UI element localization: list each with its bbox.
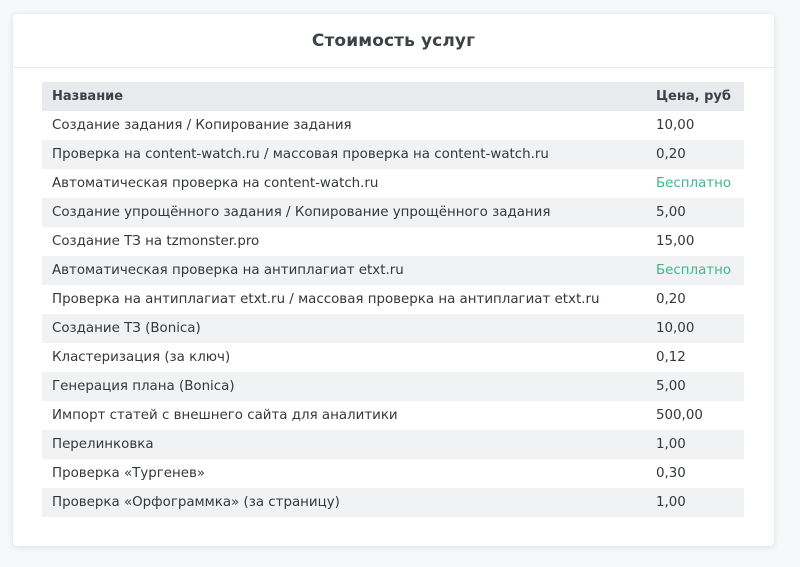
service-name-cell: Кластеризация (за ключ) xyxy=(52,350,231,365)
service-name-cell: Создание задания / Копирование задания xyxy=(52,118,352,133)
table-row: Импорт статей с внешнего сайта для анали… xyxy=(42,401,744,430)
price-cell-free: Бесплатно xyxy=(656,176,732,191)
column-header-price: Цена, руб xyxy=(656,89,731,104)
table-body: Создание задания / Копирование задания 10… xyxy=(42,111,744,517)
service-name-cell: Генерация плана (Bonica) xyxy=(52,379,235,394)
table-row: Проверка на антиплагиат etxt.ru / массов… xyxy=(42,285,744,314)
price-cell: 5,00 xyxy=(656,205,686,220)
page-title: Стоимость услуг xyxy=(311,30,476,51)
service-name-cell: Перелинковка xyxy=(52,437,154,452)
pricing-card: Стоимость услуг Название Цена, руб Созда… xyxy=(13,14,774,546)
table-row: Создание упрощённого задания / Копирован… xyxy=(42,198,744,227)
pricing-table: Название Цена, руб Создание задания / Ко… xyxy=(42,82,744,517)
service-name-cell: Проверка на content-watch.ru / массовая … xyxy=(52,147,549,162)
price-cell: 0,20 xyxy=(656,292,686,307)
table-row: Перелинковка 1,00 xyxy=(42,430,744,459)
price-cell: 0,12 xyxy=(656,350,686,365)
price-cell: 5,00 xyxy=(656,379,686,394)
table-row: Создание ТЗ (Bonica) 10,00 xyxy=(42,314,744,343)
table-row: Проверка на content-watch.ru / массовая … xyxy=(42,140,744,169)
service-name-cell: Импорт статей с внешнего сайта для анали… xyxy=(52,408,398,423)
table-row: Автоматическая проверка на антиплагиат e… xyxy=(42,256,744,285)
service-name-cell: Автоматическая проверка на антиплагиат e… xyxy=(52,263,404,278)
price-cell: 10,00 xyxy=(656,321,695,336)
service-name-cell: Проверка на антиплагиат etxt.ru / массов… xyxy=(52,292,600,307)
service-name-cell: Создание ТЗ на tzmonster.pro xyxy=(52,234,260,249)
table-header-row: Название Цена, руб xyxy=(42,82,744,111)
card-header: Стоимость услуг xyxy=(13,14,774,68)
price-cell: 10,00 xyxy=(656,118,695,133)
service-name-cell: Создание ТЗ (Bonica) xyxy=(52,321,201,336)
price-cell: 1,00 xyxy=(656,495,686,510)
price-cell: 1,00 xyxy=(656,437,686,452)
service-name-cell: Проверка «Орфограммка» (за страницу) xyxy=(52,495,340,510)
service-name-cell: Проверка «Тургенев» xyxy=(52,466,206,481)
pricing-table-wrap: Название Цена, руб Создание задания / Ко… xyxy=(42,82,744,517)
service-name-cell: Создание упрощённого задания / Копирован… xyxy=(52,205,551,220)
table-row: Автоматическая проверка на content-watch… xyxy=(42,169,744,198)
page: Стоимость услуг Название Цена, руб Созда… xyxy=(0,0,800,567)
price-cell-free: Бесплатно xyxy=(656,263,732,278)
table-row: Генерация плана (Bonica) 5,00 xyxy=(42,372,744,401)
price-cell: 0,30 xyxy=(656,466,686,481)
service-name-cell: Автоматическая проверка на content-watch… xyxy=(52,176,379,191)
price-cell: 500,00 xyxy=(656,408,703,423)
table-row: Создание задания / Копирование задания 10… xyxy=(42,111,744,140)
table-row: Проверка «Тургенев» 0,30 xyxy=(42,459,744,488)
table-row: Проверка «Орфограммка» (за страницу) 1,00 xyxy=(42,488,744,517)
table-head: Название Цена, руб xyxy=(42,82,744,111)
price-cell: 0,20 xyxy=(656,147,686,162)
price-cell: 15,00 xyxy=(656,234,695,249)
table-row: Создание ТЗ на tzmonster.pro 15,00 xyxy=(42,227,744,256)
table-row: Кластеризация (за ключ) 0,12 xyxy=(42,343,744,372)
column-header-name: Название xyxy=(52,89,124,104)
